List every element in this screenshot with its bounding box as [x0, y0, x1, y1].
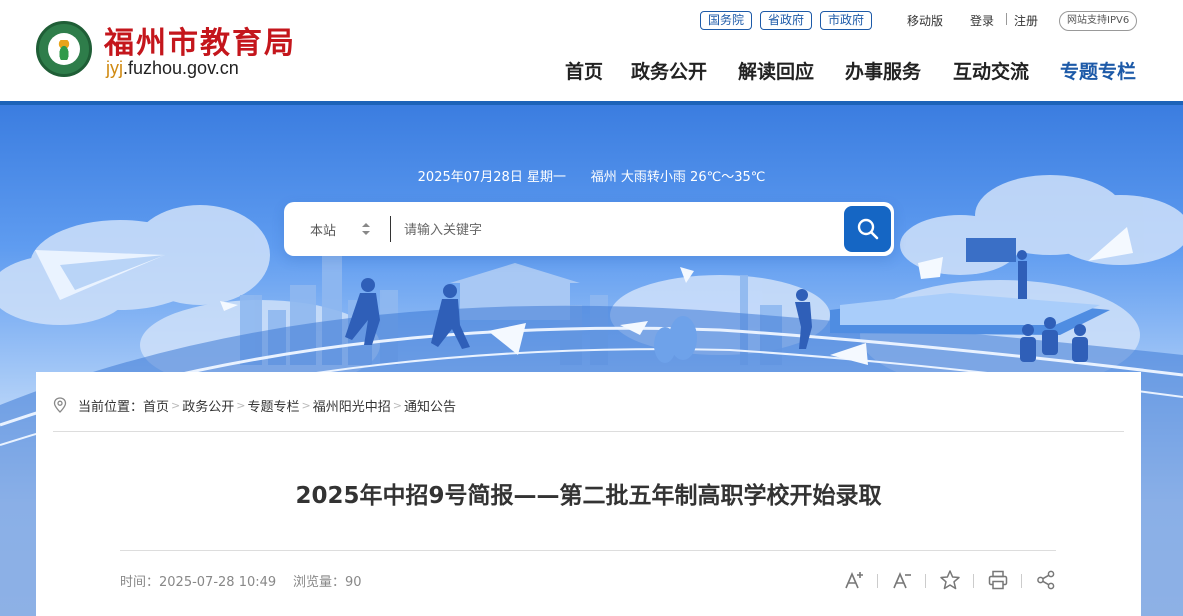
scope-toggle-icon[interactable]	[362, 222, 370, 236]
tool-divider	[925, 574, 926, 588]
search-scope-select[interactable]: 本站	[310, 220, 336, 239]
breadcrumb-separator: >	[171, 398, 181, 412]
breadcrumb-special-topics[interactable]: 专题专栏	[247, 396, 299, 415]
print-icon[interactable]	[987, 569, 1009, 591]
mobile-version-link[interactable]: 移动版	[907, 12, 943, 29]
date-weather-line: 2025年07月28日 星期一 福州 大雨转小雨 26℃～35℃	[0, 166, 1183, 185]
search-divider	[390, 216, 391, 242]
favorite-star-icon[interactable]	[939, 569, 961, 591]
search-icon	[857, 218, 879, 240]
domain-prefix: jyj	[106, 58, 123, 78]
gov-link-state-council[interactable]: 国务院	[700, 11, 753, 30]
tool-divider	[877, 574, 878, 588]
education-bureau-logo-icon[interactable]	[36, 21, 92, 77]
search-box: 本站	[284, 202, 894, 256]
register-link[interactable]: 注册	[1014, 12, 1038, 29]
font-decrease-icon[interactable]	[891, 569, 913, 591]
gov-link-province[interactable]: 省政府	[760, 11, 813, 30]
breadcrumb: 当前位置： 首页 > 政务公开 > 专题专栏 > 福州阳光中招 > 通知公告	[53, 396, 456, 415]
publish-time: 时间：2025-07-28 10:49	[120, 571, 276, 590]
nav-home[interactable]: 首页	[565, 57, 603, 84]
current-date: 2025年07月28日	[417, 170, 523, 185]
breadcrumb-separator: >	[236, 398, 246, 412]
tool-divider	[973, 574, 974, 588]
gov-links: 国务院 省政府 市政府	[700, 11, 873, 30]
breadcrumb-notices[interactable]: 通知公告	[404, 396, 456, 415]
view-count-value: 90	[345, 575, 362, 590]
site-title[interactable]: 福州市教育局	[104, 18, 296, 62]
view-count: 浏览量：90	[293, 571, 362, 590]
login-link[interactable]: 登录	[970, 12, 994, 29]
breadcrumb-government-affairs[interactable]: 政务公开	[182, 396, 234, 415]
nav-interaction[interactable]: 互动交流	[953, 57, 1029, 84]
breadcrumb-sunshine-exam[interactable]: 福州阳光中招	[313, 396, 391, 415]
login-register-divider	[1006, 13, 1007, 25]
current-weekday: 星期一	[526, 170, 566, 185]
domain-rest: .fuzhou.gov.cn	[123, 58, 239, 78]
weather-info: 福州 大雨转小雨 26℃～35℃	[590, 170, 766, 185]
breadcrumb-home[interactable]: 首页	[143, 396, 169, 415]
meta-divider	[120, 550, 1056, 551]
share-icon[interactable]	[1035, 569, 1057, 591]
nav-services[interactable]: 办事服务	[845, 57, 921, 84]
search-input[interactable]	[398, 214, 838, 244]
publish-time-value: 2025-07-28 10:49	[159, 575, 277, 590]
view-count-label: 浏览量：	[293, 575, 346, 590]
font-increase-icon[interactable]	[843, 569, 865, 591]
breadcrumb-divider	[53, 431, 1124, 432]
tool-divider	[1021, 574, 1022, 588]
breadcrumb-separator: >	[392, 398, 402, 412]
nav-special-topics[interactable]: 专题专栏	[1060, 57, 1136, 84]
publish-time-label: 时间：	[120, 575, 160, 590]
site-domain: jyj.fuzhou.gov.cn	[106, 58, 239, 79]
breadcrumb-prefix: 当前位置：	[78, 399, 144, 415]
gov-link-city[interactable]: 市政府	[820, 11, 873, 30]
site-header: 福州市教育局 jyj.fuzhou.gov.cn 国务院 省政府 市政府 移动版…	[0, 0, 1183, 101]
ipv6-badge: 网站支持IPV6	[1059, 11, 1138, 31]
breadcrumb-separator: >	[301, 398, 311, 412]
search-button[interactable]	[844, 206, 891, 252]
nav-government-affairs[interactable]: 政务公开	[631, 57, 707, 84]
nav-interpretation[interactable]: 解读回应	[738, 57, 814, 84]
article-card: 当前位置： 首页 > 政务公开 > 专题专栏 > 福州阳光中招 > 通知公告 2…	[36, 372, 1141, 616]
article-title: 2025年中招9号简报——第二批五年制高职学校开始录取	[295, 483, 882, 509]
location-pin-icon	[53, 397, 67, 413]
